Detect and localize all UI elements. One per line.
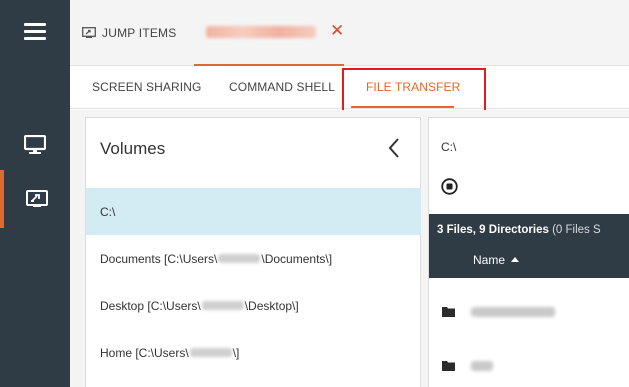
top-tab-bar: JUMP ITEMS ✕ xyxy=(70,0,629,66)
jump-items-icon xyxy=(82,27,96,38)
files-panel: C:\ 3 Files, 9 Directories (0 Files S Na… xyxy=(428,117,629,387)
volume-item-c[interactable]: C:\ xyxy=(86,188,421,235)
files-summary-detail: (0 Files S xyxy=(552,224,601,236)
sort-ascending-icon xyxy=(511,257,520,263)
left-nav-rail xyxy=(0,0,70,387)
volume-label-prefix: Desktop [C:\Users\ xyxy=(100,298,201,313)
file-row[interactable] xyxy=(429,342,629,387)
username-redacted xyxy=(189,348,232,357)
stop-circle-icon[interactable] xyxy=(441,178,458,195)
volume-label-prefix: Documents [C:\Users\ xyxy=(100,251,218,266)
volume-label: C:\ xyxy=(100,204,116,219)
filename-redacted xyxy=(471,307,555,317)
nav-item-screen[interactable] xyxy=(0,116,70,174)
tab-jump-items-label: JUMP ITEMS xyxy=(102,26,177,40)
volume-label-prefix: Home [C:\Users\ xyxy=(100,345,189,360)
volume-item-documents[interactable]: Documents [C:\Users\ \Documents\] xyxy=(86,235,421,282)
hamburger-icon[interactable] xyxy=(24,23,46,41)
files-table-header: 3 Files, 9 Directories (0 Files S Name xyxy=(429,214,629,278)
chevron-left-icon[interactable] xyxy=(386,137,402,159)
name-column-label: Name xyxy=(473,253,506,267)
current-path: C:\ xyxy=(441,140,457,154)
folder-icon xyxy=(442,361,455,371)
tab-jump-items[interactable]: JUMP ITEMS xyxy=(82,20,176,46)
monitor-icon xyxy=(24,135,46,154)
username-redacted xyxy=(218,254,261,263)
username-redacted xyxy=(201,301,244,310)
volume-item-desktop[interactable]: Desktop [C:\Users\ \Desktop\] xyxy=(86,282,421,329)
folder-icon xyxy=(442,307,455,317)
nav-item-jump-client[interactable] xyxy=(0,170,70,228)
volume-item-home[interactable]: Home [C:\Users\ \] xyxy=(86,329,421,376)
volumes-title: Volumes xyxy=(100,139,166,158)
session-name-redacted xyxy=(206,26,316,38)
tab-command-shell[interactable]: COMMAND SHELL xyxy=(229,80,335,94)
filename-redacted xyxy=(471,361,493,371)
close-session-button[interactable]: ✕ xyxy=(330,21,344,41)
volume-label-suffix: \Desktop\] xyxy=(244,298,299,313)
file-row[interactable] xyxy=(429,288,629,334)
files-summary: 3 Files, 9 Directories (0 Files S xyxy=(437,224,601,236)
name-column-header[interactable]: Name xyxy=(473,253,520,267)
files-summary-count: 3 Files, 9 Directories xyxy=(437,224,549,236)
tab-screen-sharing[interactable]: SCREEN SHARING xyxy=(92,80,201,94)
volume-label-suffix: \Documents\] xyxy=(261,251,333,266)
volumes-panel: Volumes C:\ Documents [C:\Users\ \Documen… xyxy=(85,117,421,387)
volume-list: C:\ Documents [C:\Users\ \Documents\] Des… xyxy=(86,188,421,376)
volume-label-suffix: \] xyxy=(232,345,240,360)
jump-client-icon xyxy=(26,190,48,207)
tab-session[interactable]: ✕ xyxy=(194,0,344,66)
